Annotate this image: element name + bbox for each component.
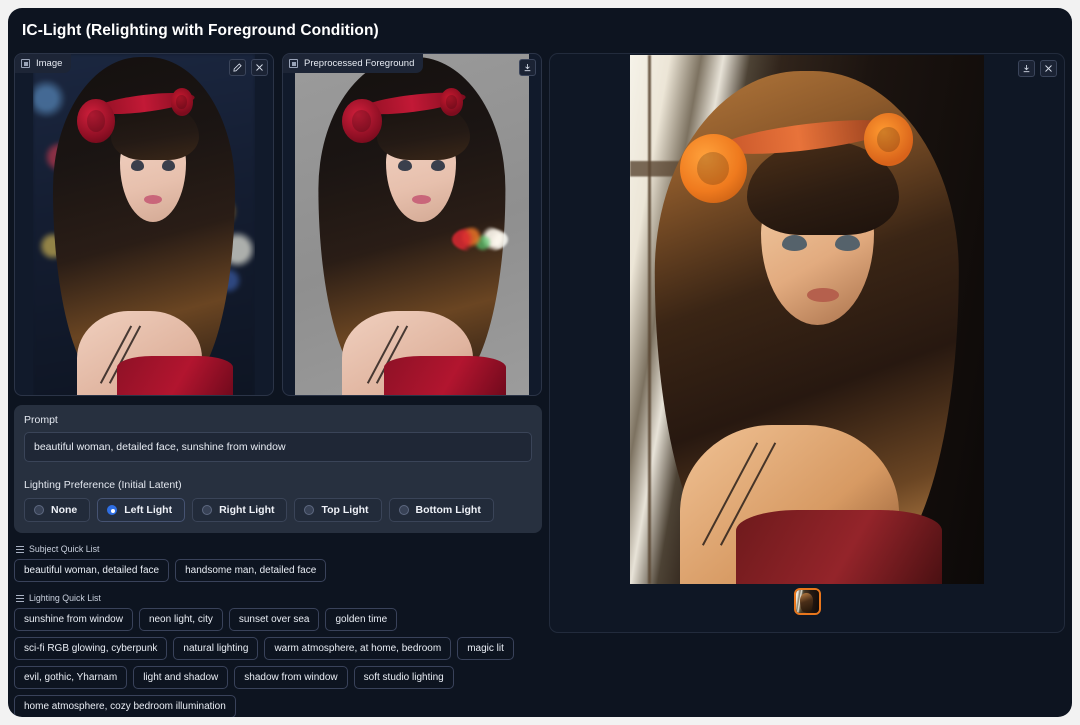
lighting-chip[interactable]: magic lit [457, 637, 514, 660]
image-icon [21, 59, 30, 68]
photo-figure [630, 55, 984, 584]
lighting-chip[interactable]: neon light, city [138, 608, 223, 631]
radio-label: Bottom Light [415, 504, 481, 516]
radio-indicator [398, 505, 409, 515]
radio-indicator [34, 505, 44, 515]
output-panel [549, 53, 1065, 633]
preprocessed-foreground-media [283, 54, 541, 395]
radio-label: None [51, 504, 78, 516]
radio-option-left-light[interactable]: Left Light [97, 498, 186, 522]
lighting-preference-section: Lighting Preference (Initial Latent) Non… [24, 479, 532, 522]
radio-option-top-light[interactable]: Top Light [294, 498, 382, 522]
lighting-chip[interactable]: sunset over sea [228, 608, 320, 631]
image-input-label: Image [36, 58, 63, 69]
close-icon[interactable] [1040, 60, 1057, 77]
lighting-quick-list-header: Lighting Quick List [16, 593, 542, 603]
download-icon[interactable] [519, 59, 536, 76]
lighting-chip[interactable]: sci-fi RGB glowing, cyberpunk [14, 637, 168, 660]
lighting-chip[interactable]: natural lighting [173, 637, 259, 660]
image-input-card[interactable]: Image [14, 53, 274, 396]
gallery-thumbnail[interactable] [793, 588, 821, 615]
subject-quick-list: beautiful woman, detailed face handsome m… [14, 559, 542, 582]
image-input-toolbar [229, 59, 268, 76]
lighting-chip[interactable]: soft studio lighting [353, 666, 454, 689]
source-photo [33, 54, 255, 395]
workspace: Image Preprocessed Foreground Prompt bea… [8, 48, 1072, 717]
foreground-photo [295, 54, 529, 395]
preprocessed-foreground-label-chip: Preprocessed Foreground [283, 54, 424, 73]
radio-label: Right Light [219, 504, 275, 516]
prompt-label: Prompt [24, 414, 58, 426]
radio-indicator [202, 505, 213, 515]
left-column: Image Preprocessed Foreground Prompt bea… [14, 53, 542, 717]
lighting-chip[interactable]: light and shadow [133, 666, 229, 689]
radio-option-none[interactable]: None [24, 498, 91, 522]
output-toolbar [1018, 60, 1057, 77]
prompt-input[interactable] [24, 432, 532, 462]
subject-quick-list-header: Subject Quick List [16, 544, 542, 554]
lighting-chip[interactable]: evil, gothic, Yharnam [14, 666, 128, 689]
photo-figure [295, 54, 529, 395]
lighting-chip[interactable]: shadow from window [234, 666, 348, 689]
subject-chip[interactable]: beautiful woman, detailed face [14, 559, 170, 582]
radio-label: Left Light [124, 504, 173, 516]
app-window: IC-Light (Relighting with Foreground Con… [8, 8, 1072, 717]
lighting-preference-label: Lighting Preference (Initial Latent) [24, 479, 182, 491]
lighting-quick-list: sunshine from window neon light, city suns… [14, 608, 542, 717]
lighting-chip[interactable]: golden time [325, 608, 398, 631]
lighting-preference-radio-group: None Left Light Right Light Top Light Bo… [24, 498, 532, 522]
list-icon [16, 545, 24, 553]
output-gallery [550, 588, 1064, 615]
lighting-chip[interactable]: home atmosphere, cozy bedroom illuminati… [14, 695, 236, 717]
radio-indicator [304, 505, 315, 515]
image-input-label-chip: Image [15, 54, 72, 73]
radio-option-bottom-light[interactable]: Bottom Light [388, 498, 494, 522]
image-icon [289, 59, 298, 68]
thumbnail-figure [799, 593, 814, 613]
relit-photo [630, 55, 984, 584]
radio-label: Top Light [321, 504, 369, 516]
preprocessed-foreground-card[interactable]: Preprocessed Foreground [282, 53, 542, 396]
list-icon [16, 594, 24, 602]
subject-chip[interactable]: handsome man, detailed face [175, 559, 327, 582]
radio-indicator [107, 505, 118, 515]
photo-figure [33, 54, 255, 395]
preprocessed-foreground-label: Preprocessed Foreground [304, 58, 415, 69]
image-cards-row: Image Preprocessed Foreground [14, 53, 542, 396]
preprocessed-foreground-toolbar [519, 59, 536, 76]
radio-option-right-light[interactable]: Right Light [192, 498, 288, 522]
close-icon[interactable] [251, 59, 268, 76]
lighting-quick-list-label: Lighting Quick List [29, 593, 101, 603]
output-image[interactable] [630, 55, 984, 584]
lighting-chip[interactable]: sunshine from window [14, 608, 133, 631]
edit-icon[interactable] [229, 59, 246, 76]
lighting-chip[interactable]: warm atmosphere, at home, bedroom [264, 637, 452, 660]
image-input-media [15, 54, 273, 395]
page-title: IC-Light (Relighting with Foreground Con… [22, 22, 379, 39]
prompt-panel: Prompt Lighting Preference (Initial Late… [14, 405, 542, 533]
download-icon[interactable] [1018, 60, 1035, 77]
subject-quick-list-label: Subject Quick List [29, 544, 100, 554]
